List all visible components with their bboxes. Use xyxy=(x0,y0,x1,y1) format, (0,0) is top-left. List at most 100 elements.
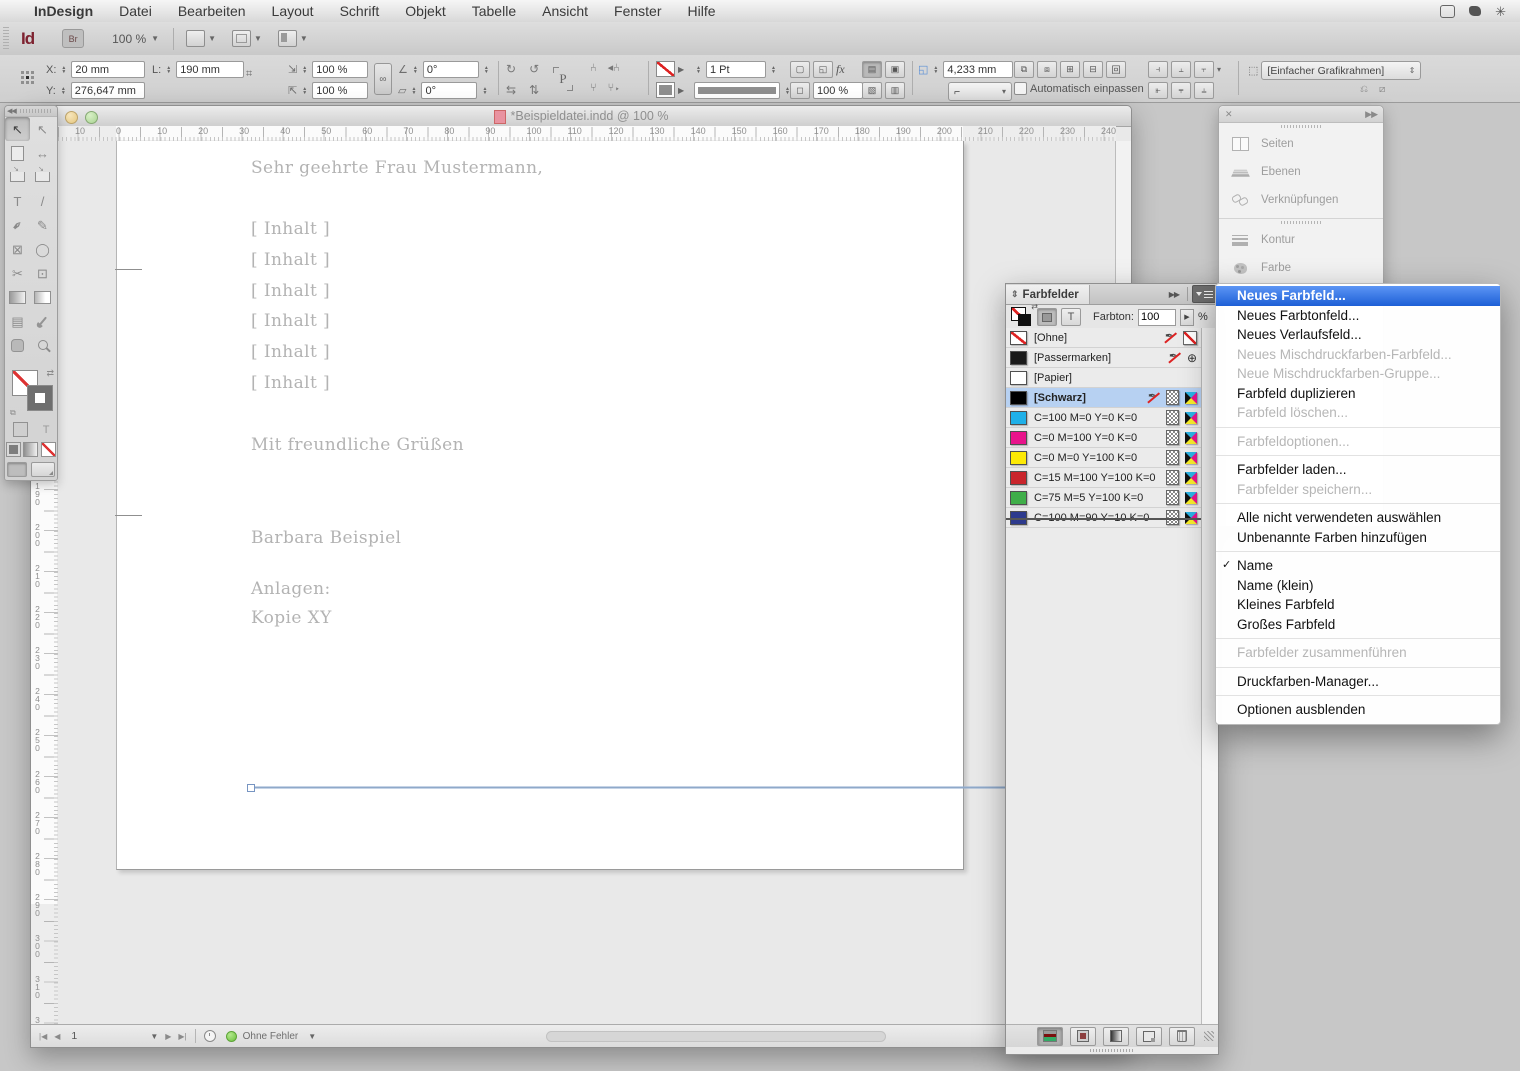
previous-page-button[interactable]: ◀ xyxy=(54,1032,60,1041)
y-input[interactable] xyxy=(71,82,145,99)
corner-shape-dropdown[interactable]: ⌐▾ xyxy=(948,82,1012,101)
zoom-window-button[interactable] xyxy=(85,111,98,124)
bridge-button[interactable]: Br xyxy=(62,29,84,48)
autofit-checkbox[interactable] xyxy=(1014,82,1027,95)
distribute-left-button[interactable]: ⫦ xyxy=(1148,82,1168,99)
swatch-row[interactable]: C=0 M=100 Y=0 K=0 xyxy=(1006,428,1201,448)
swap-fill-stroke-icon[interactable]: ⇄ xyxy=(46,368,54,379)
free-transform-tool[interactable]: ⊡ xyxy=(30,261,55,285)
pasteboard[interactable]: Sehr geehrte Frau Mustermann,[ Inhalt ][… xyxy=(58,141,1116,1025)
x-stepper[interactable]: ▲▼ xyxy=(59,62,68,77)
clear-overrides-button[interactable]: ⎌ xyxy=(1360,84,1368,95)
resize-grip[interactable] xyxy=(1204,1031,1214,1041)
menu-item-druckfarben-manager[interactable]: Druckfarben-Manager... xyxy=(1216,672,1500,692)
select-parent-button[interactable]: ⑂ xyxy=(590,82,597,94)
horizontal-scrollbar-thumb[interactable] xyxy=(546,1031,886,1042)
screen-mode-button[interactable]: ▼ xyxy=(232,30,262,47)
preflight-status-label[interactable]: Ohne Fehler xyxy=(243,1031,299,1042)
last-page-button[interactable]: ▶| xyxy=(178,1032,186,1041)
rotate-ccw-button[interactable]: ↺ xyxy=(529,62,539,76)
type-tool[interactable]: T xyxy=(5,189,30,213)
menu-item-name[interactable]: ✓Name xyxy=(1216,556,1500,576)
width-stepper[interactable]: ▲▼ xyxy=(164,62,173,77)
view-options-button[interactable]: ▼ xyxy=(186,30,216,47)
tint-dropdown[interactable]: ▶ xyxy=(1180,309,1194,326)
frame-tool[interactable]: ⊠ xyxy=(5,237,30,261)
effects-icon[interactable]: fx xyxy=(836,62,845,77)
zoom-level-control[interactable]: 100 % ▼ xyxy=(112,32,159,46)
constrain-proportions-icon[interactable]: ⌗ xyxy=(246,68,252,81)
page-tool[interactable] xyxy=(5,141,30,165)
menu-item-optionen-ausblenden[interactable]: Optionen ausblenden xyxy=(1216,700,1500,720)
corner-radius-stepper[interactable]: ▲▼ xyxy=(931,62,940,77)
ellipse-tool[interactable]: ◯ xyxy=(30,237,55,261)
scale-y-stepper[interactable]: ▲▼ xyxy=(300,83,309,98)
apply-none-button[interactable] xyxy=(41,442,56,457)
center-content-button[interactable]: 回 xyxy=(1106,61,1126,78)
menu-item-bearbeiten[interactable]: Bearbeiten xyxy=(178,3,246,19)
fit-content-proportionally-button[interactable]: ⧉ xyxy=(1014,61,1034,78)
preflight-menu-dropdown[interactable]: ▼ xyxy=(308,1032,316,1041)
wrap-bounding-box-button[interactable]: ▣ xyxy=(885,61,905,78)
distribute-center-button[interactable]: ⫧ xyxy=(1171,82,1191,99)
scissors-tool[interactable]: ✂ xyxy=(5,261,30,285)
window-title-bar[interactable]: *Beispieldatei.indd @ 100 % xyxy=(31,106,1131,127)
align-left-button[interactable]: ⫞ xyxy=(1148,61,1168,78)
delete-swatch-button[interactable] xyxy=(1169,1027,1195,1046)
y-stepper[interactable]: ▲▼ xyxy=(59,83,68,98)
scale-x-input[interactable] xyxy=(312,61,368,78)
panel-drag-handle[interactable] xyxy=(1006,1047,1218,1054)
pencil-tool[interactable]: ✎ xyxy=(30,213,55,237)
opacity-input[interactable] xyxy=(813,82,863,99)
app-menu[interactable]: InDesign xyxy=(34,3,93,19)
menu-item-farbfelder-laden[interactable]: Farbfelder laden... xyxy=(1216,460,1500,480)
preview-mode-button[interactable] xyxy=(31,462,55,477)
default-fill-stroke-icon[interactable]: ⧉ xyxy=(10,408,16,418)
menu-item-farbfeld-duplizieren[interactable]: Farbfeld duplizieren xyxy=(1216,384,1500,404)
menu-item-tabelle[interactable]: Tabelle xyxy=(472,3,516,19)
direct-selection-tool[interactable]: ↖ xyxy=(30,117,55,141)
flip-horizontal-button[interactable]: ⇆ xyxy=(506,83,516,97)
tools-panel-header[interactable]: ◀◀ xyxy=(5,106,57,117)
menu-item-schrift[interactable]: Schrift xyxy=(340,3,380,19)
reference-point-proxy[interactable] xyxy=(20,70,35,85)
rotation-input[interactable] xyxy=(423,61,479,78)
corner-radius-input[interactable] xyxy=(943,61,1013,78)
apply-gradient-button[interactable] xyxy=(23,442,38,457)
menu-item-objekt[interactable]: Objekt xyxy=(405,3,445,19)
swatch-row[interactable]: [Papier] xyxy=(1006,368,1201,388)
gap-tool[interactable]: ↔ xyxy=(30,141,55,165)
swatch-row[interactable]: C=15 M=100 Y=100 K=0 xyxy=(1006,468,1201,488)
dock-item-ebenen[interactable]: Ebenen xyxy=(1219,158,1383,186)
content-collector-tool[interactable] xyxy=(5,165,30,189)
align-right-button[interactable]: ⫟ xyxy=(1194,61,1214,78)
note-tool[interactable]: ▤ xyxy=(5,309,30,333)
page-dropdown[interactable]: ▼ xyxy=(150,1032,158,1041)
stroke-swatch[interactable] xyxy=(28,386,52,410)
tint-input[interactable] xyxy=(1138,309,1176,326)
pen-tool[interactable]: ✒ xyxy=(5,213,30,237)
stroke-color-swatch[interactable] xyxy=(656,61,675,77)
apply-color-button[interactable] xyxy=(6,442,21,457)
x-input[interactable] xyxy=(71,61,145,78)
swatch-row[interactable]: C=100 M=0 Y=0 K=0 xyxy=(1006,408,1201,428)
first-page-button[interactable]: |◀ xyxy=(39,1032,47,1041)
formatting-affects-container-button[interactable] xyxy=(1037,308,1057,326)
collapse-panel-icon[interactable]: ◀◀ xyxy=(7,107,16,115)
dock-item-verknüpfungen[interactable]: Verknüpfungen xyxy=(1219,186,1383,214)
menu-item-unbenannte-farben-hinzufügen[interactable]: Unbenannte Farben hinzufügen xyxy=(1216,528,1500,548)
distribute-right-button[interactable]: ⫨ xyxy=(1194,82,1214,99)
object-style-dropdown[interactable]: [Einfacher Grafikrahmen] ⇕ xyxy=(1261,61,1421,80)
window-outline-icon[interactable] xyxy=(1440,5,1455,18)
page[interactable]: Sehr geehrte Frau Mustermann,[ Inhalt ][… xyxy=(116,141,964,870)
dock-header[interactable]: ✕ ▶▶ xyxy=(1219,106,1383,123)
menu-item-layout[interactable]: Layout xyxy=(272,3,314,19)
normal-view-mode-button[interactable] xyxy=(7,462,27,477)
select-next-button[interactable]: ⑂▸ xyxy=(608,82,621,94)
transparency-button[interactable]: ◱ xyxy=(813,61,833,78)
swatch-row[interactable]: [Schwarz] xyxy=(1006,388,1201,408)
collapse-dock-icon[interactable]: ▶▶ xyxy=(1365,109,1377,120)
drop-shadow-button[interactable]: ▢ xyxy=(790,61,810,78)
line-handle-left[interactable] xyxy=(247,784,255,792)
swap-fill-stroke-icon[interactable]: ⇄ xyxy=(1031,302,1038,311)
